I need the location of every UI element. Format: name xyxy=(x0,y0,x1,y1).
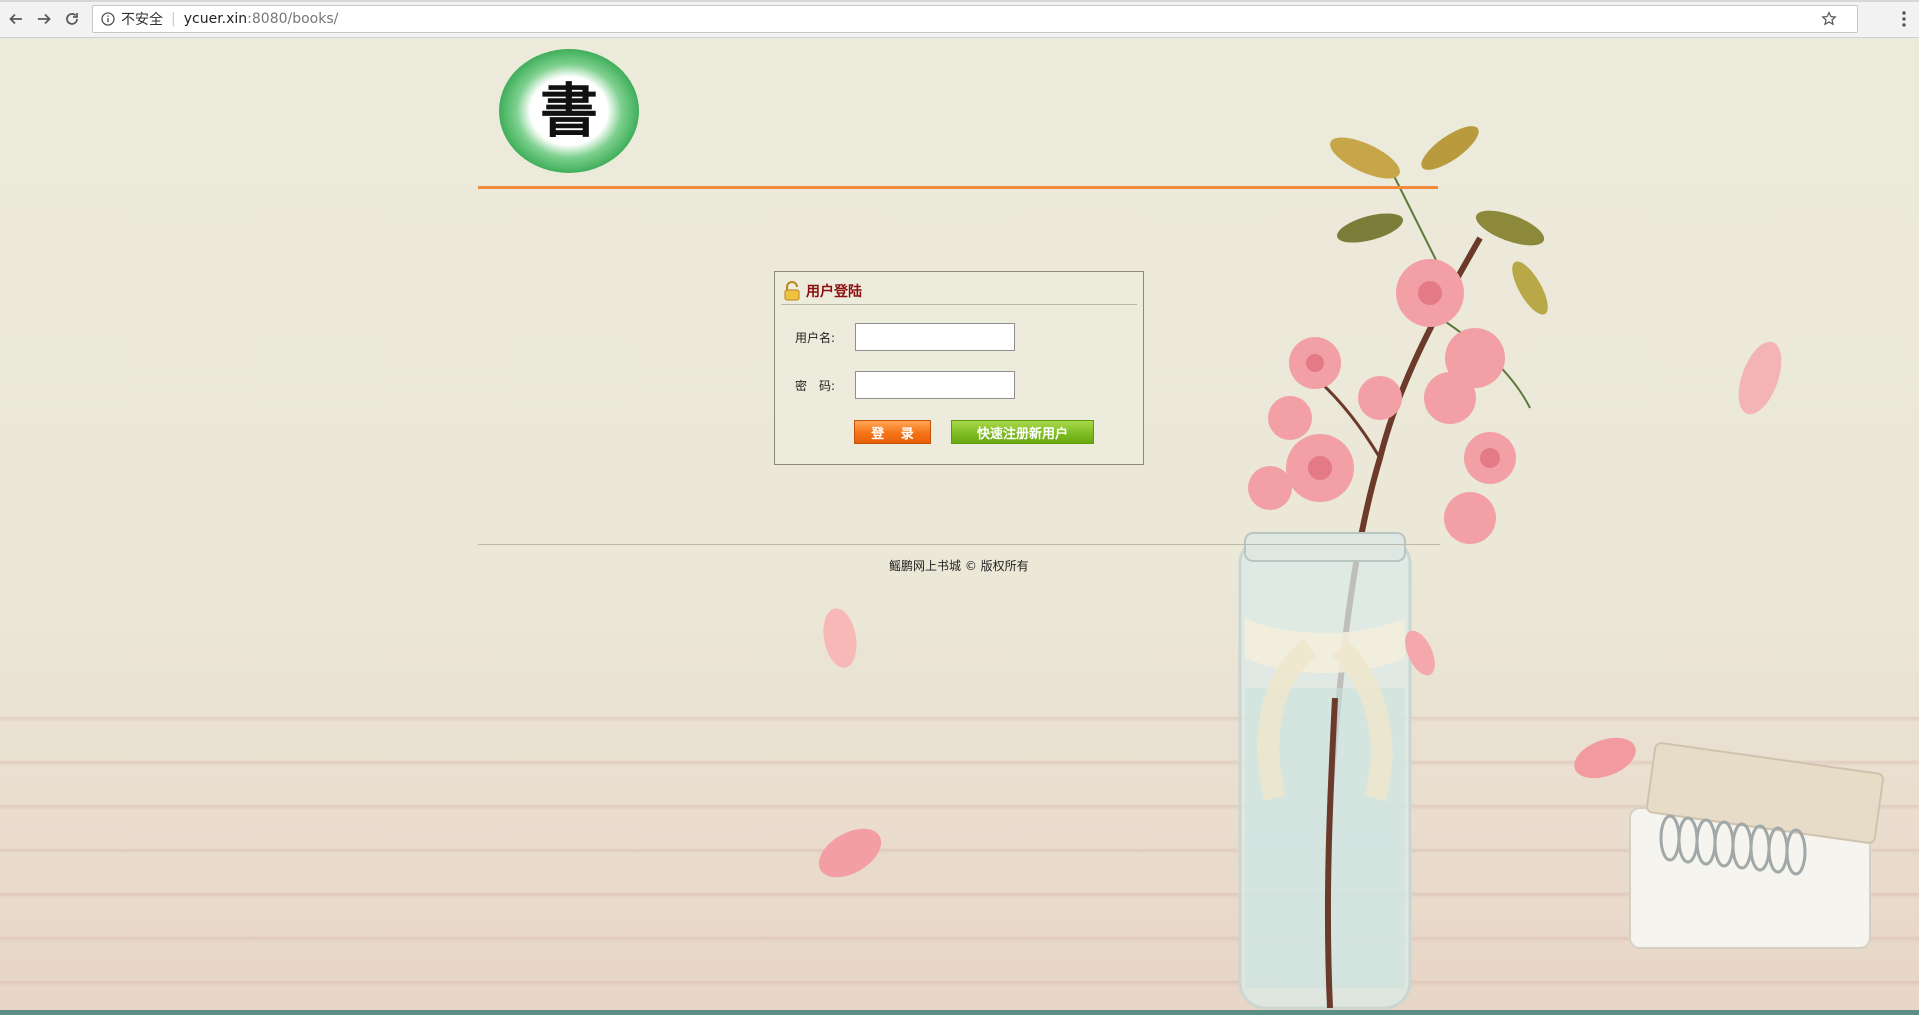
address-bar[interactable]: 不安全 | ycuer.xin:8080/books/ xyxy=(92,5,1858,33)
url-host: ycuer.xin xyxy=(183,11,248,27)
username-input[interactable] xyxy=(855,323,1015,351)
omnibox-separator: | xyxy=(171,11,176,27)
security-label: 不安全 xyxy=(121,12,163,28)
forward-arrow-icon xyxy=(38,13,51,25)
forward-button[interactable] xyxy=(34,9,54,29)
petal-decoration xyxy=(823,608,857,668)
taskbar-edge xyxy=(0,1010,1919,1015)
copyright-footer: 鳐鹏网上书城 © 版权所有 xyxy=(889,559,1029,573)
browser-menu-icon[interactable] xyxy=(1894,9,1914,29)
petal-decoration-2 xyxy=(818,828,882,878)
username-label: 用户名: xyxy=(795,331,836,345)
flower-vase-illustration xyxy=(1238,126,1884,1010)
password-label: 密 码: xyxy=(795,379,836,393)
register-button[interactable]: 快速注册新用户 xyxy=(951,420,1094,444)
info-icon[interactable] xyxy=(101,12,115,26)
url-path: :8080/books/ xyxy=(247,11,339,27)
header-divider xyxy=(478,186,1438,189)
back-button[interactable] xyxy=(6,9,26,29)
reload-icon xyxy=(66,13,78,25)
login-panel: 用户登陆 用户名: 密 码: 登 录 快速注册新用户 xyxy=(774,271,1144,465)
login-button[interactable]: 登 录 xyxy=(854,420,931,444)
lock-icon xyxy=(784,281,800,301)
footer-divider xyxy=(478,544,1440,545)
login-header: 用户登陆 xyxy=(781,278,1137,305)
site-logo: 書 xyxy=(499,49,639,173)
url-text[interactable]: ycuer.xin:8080/books/ xyxy=(184,11,339,27)
login-title: 用户登陆 xyxy=(806,284,862,300)
back-arrow-icon xyxy=(9,13,22,25)
password-input[interactable] xyxy=(855,371,1015,399)
tab-strip xyxy=(0,0,1919,2)
page-viewport: 書 用户登陆 用户名: 密 码: 登 录 快速注册新用户 鳐鹏网上书城 © 版权… xyxy=(0,38,1919,1015)
browser-toolbar: 不安全 | ycuer.xin:8080/books/ xyxy=(0,0,1919,38)
bookmark-star-icon[interactable] xyxy=(1821,11,1837,27)
logo-glyph: 書 xyxy=(540,77,598,145)
reload-button[interactable] xyxy=(62,9,82,29)
